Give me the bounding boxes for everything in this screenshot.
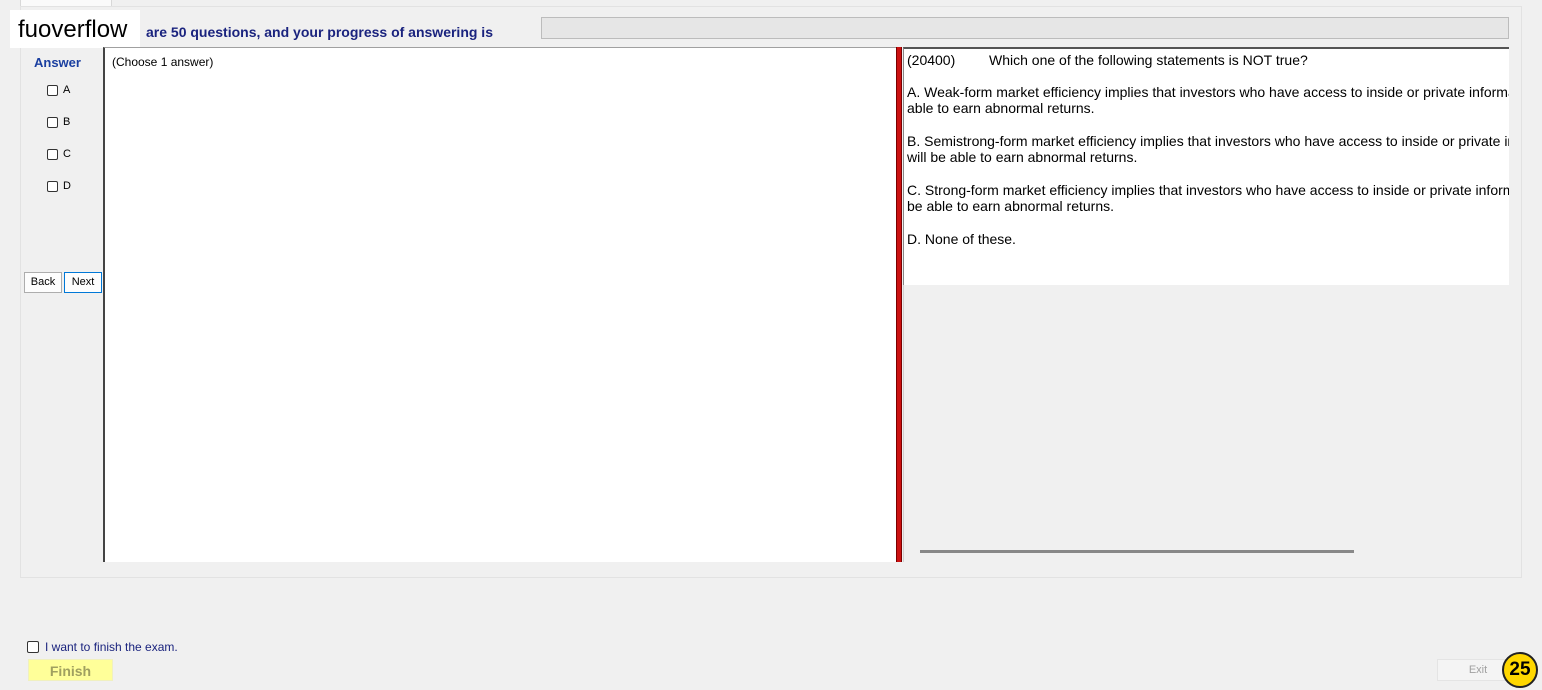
answer-option-label: B	[63, 116, 71, 128]
option-text-line: B. Semistrong-form market efficiency imp…	[907, 133, 1509, 149]
progress-bar	[541, 17, 1509, 39]
progress-label: are 50 questions, and your progress of a…	[146, 24, 493, 40]
splitter-handle[interactable]	[896, 47, 902, 562]
option-text-line: C. Strong-form market efficiency implies…	[907, 182, 1509, 198]
checkbox-a[interactable]	[47, 84, 58, 96]
finish-button[interactable]: Finish	[28, 659, 113, 681]
timer-badge: 25	[1502, 652, 1538, 688]
finish-exam-checkbox[interactable]: I want to finish the exam.	[27, 640, 178, 654]
answer-title: Answer	[34, 55, 81, 70]
question-lower-area	[903, 285, 1509, 562]
answer-option-label: A	[63, 84, 71, 96]
answer-option-a[interactable]: A	[47, 84, 70, 96]
choose-instruction: (Choose 1 answer)	[112, 55, 214, 69]
horizontal-scrollbar[interactable]	[920, 550, 1354, 553]
option-text-line: will be able to earn abnormal returns.	[907, 149, 1138, 165]
checkbox-d[interactable]	[47, 180, 58, 192]
option-text-line: be able to earn abnormal returns.	[907, 198, 1115, 214]
question-option-b: B. Semistrong-form market efficiency imp…	[907, 133, 1509, 165]
answer-textarea[interactable]: (Choose 1 answer)	[103, 47, 896, 562]
answer-option-b[interactable]: B	[47, 116, 70, 128]
question-panel: (20400) Which one of the following statem…	[903, 47, 1509, 285]
question-content: (20400) Which one of the following statem…	[904, 49, 1509, 247]
answer-option-c[interactable]: C	[47, 148, 71, 160]
checkbox-b[interactable]	[47, 116, 58, 128]
finish-checkbox-box[interactable]	[27, 641, 39, 653]
answer-option-d[interactable]: D	[47, 180, 71, 192]
option-text-line: D. None of these.	[907, 231, 1016, 247]
question-option-a: A. Weak-form market efficiency implies t…	[907, 84, 1509, 116]
watermark-label: fuoverflow	[10, 10, 140, 48]
option-text-line: A. Weak-form market efficiency implies t…	[907, 84, 1509, 100]
checkbox-c[interactable]	[47, 148, 58, 160]
next-button[interactable]: Next	[64, 272, 102, 293]
option-text-line: able to earn abnormal returns.	[907, 100, 1095, 116]
question-option-d: D. None of these.	[907, 231, 1509, 247]
answer-option-label: C	[63, 148, 71, 160]
question-text: Which one of the following statements is…	[989, 52, 1308, 68]
answer-option-label: D	[63, 180, 71, 192]
question-number: (20400)	[907, 52, 956, 68]
finish-checkbox-label: I want to finish the exam.	[45, 640, 178, 654]
back-button[interactable]: Back	[24, 272, 62, 293]
question-option-c: C. Strong-form market efficiency implies…	[907, 182, 1509, 214]
